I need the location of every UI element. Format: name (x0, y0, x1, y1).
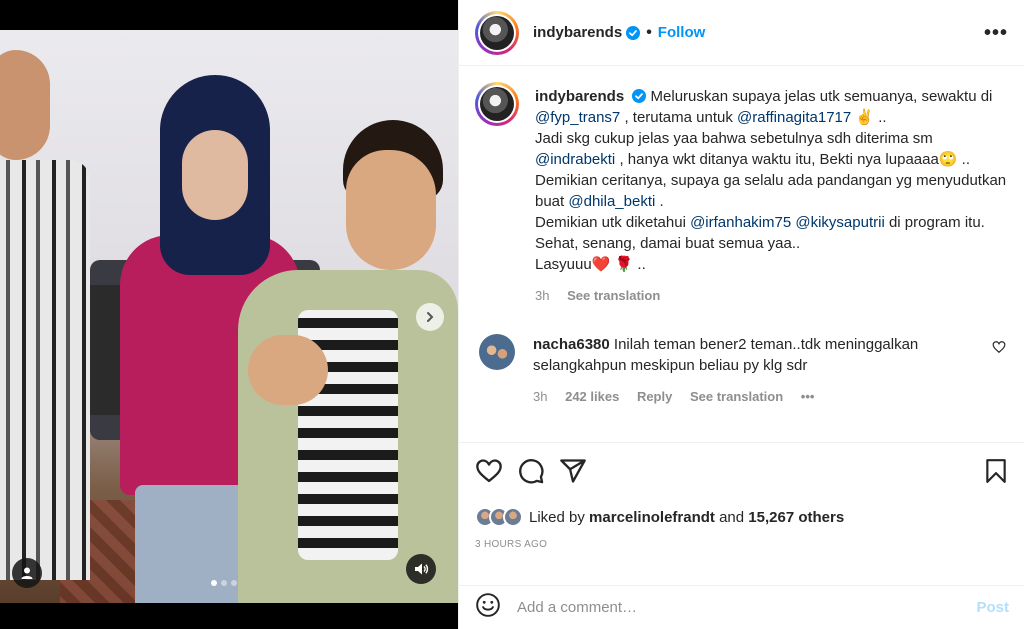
more-horizontal-icon: ••• (983, 22, 1008, 44)
post-side-panel: indybarends • Follow ••• indybarends Mel… (458, 0, 1024, 629)
comment-more-button[interactable]: ••• (801, 389, 815, 404)
send-icon (560, 459, 586, 483)
liked-by-prefix: Liked by (529, 508, 585, 526)
heart-icon (992, 341, 1006, 354)
emoji-button[interactable] (475, 592, 501, 623)
see-translation-link[interactable]: See translation (567, 288, 660, 303)
caption-segment: ✌️ .. (851, 109, 887, 126)
post-media[interactable] (0, 0, 458, 629)
liked-by-others[interactable]: 15,267 others (748, 509, 844, 526)
post-header: indybarends • Follow ••• (459, 0, 1024, 66)
comment-likes[interactable]: 242 likes (565, 389, 619, 404)
caption-row: indybarends Meluruskan supaya jelas utk … (475, 82, 1008, 306)
comment-like-button[interactable] (992, 340, 1006, 359)
save-button[interactable] (983, 458, 1009, 484)
commenter-avatar[interactable] (479, 334, 515, 370)
mention-link[interactable]: @raffinagita1717 (737, 109, 851, 126)
caption-segment: Jadi skg cukup jelas yaa bahwa sebetulny… (535, 130, 933, 147)
caption-segment: di program itu. (884, 214, 985, 231)
liker-avatars[interactable] (475, 507, 523, 527)
caption-body: Meluruskan supaya jelas utk semuanya, se… (535, 88, 1006, 273)
liked-by-user[interactable]: marcelinolefrandt (589, 509, 715, 526)
caption-meta: 3h See translation (535, 285, 1008, 306)
mention-link[interactable]: @kikysaputrii (795, 214, 884, 231)
header-separator: • (646, 23, 652, 41)
more-options-button[interactable]: ••• (984, 22, 1008, 45)
comments-section: indybarends Meluruskan supaya jelas utk … (459, 66, 1024, 442)
liked-by-and: and (719, 508, 745, 526)
carousel-dot (221, 580, 227, 586)
verified-badge-icon (632, 89, 647, 103)
comment-icon (519, 459, 544, 484)
heart-icon (476, 459, 502, 483)
next-slide-button[interactable] (416, 303, 444, 331)
speaker-icon (415, 563, 429, 575)
carousel-dot (231, 580, 237, 586)
liker-avatar (503, 507, 523, 527)
caption-segment: . (655, 193, 664, 210)
user-tag-icon (21, 567, 33, 579)
follow-button[interactable]: Follow (658, 24, 706, 41)
caption-time[interactable]: 3h (535, 288, 549, 303)
comment-button[interactable] (517, 457, 545, 485)
mention-link[interactable]: @indrabekti (535, 151, 615, 168)
tagged-users-button[interactable] (12, 558, 42, 588)
like-button[interactable] (475, 457, 503, 485)
comment-meta: 3h 242 likes Reply See translation ••• (533, 386, 968, 407)
caption-username[interactable]: indybarends (535, 88, 624, 105)
comment-input[interactable] (517, 599, 977, 616)
mention-link[interactable]: @fyp_trans7 (535, 109, 620, 126)
carousel-dot (211, 580, 217, 586)
emoji-icon (476, 593, 500, 617)
caption-author-avatar[interactable] (475, 82, 519, 126)
instagram-post-view: indybarends • Follow ••• indybarends Mel… (0, 0, 1024, 629)
caption-segment: , hanya wkt ditanya waktu itu, Bekti nya… (615, 151, 970, 168)
add-comment-bar: Post (459, 585, 1024, 629)
audio-toggle-button[interactable] (406, 554, 436, 584)
caption-text: indybarends Meluruskan supaya jelas utk … (535, 86, 1008, 275)
reply-button[interactable]: Reply (637, 389, 672, 404)
carousel-indicator (211, 580, 237, 586)
person-speaking (238, 120, 458, 603)
author-avatar[interactable] (475, 10, 519, 55)
comment-see-translation[interactable]: See translation (690, 389, 783, 404)
comment-text: nacha6380 Inilah teman bener2 teman..tdk… (533, 334, 968, 376)
mention-link[interactable]: @dhila_bekti (568, 193, 655, 210)
caption-segment: Meluruskan supaya jelas utk semuanya, se… (650, 88, 993, 105)
post-timestamp[interactable]: 3 HOURS AGO (475, 539, 1009, 550)
mention-link[interactable]: @irfanhakim75 (690, 214, 791, 231)
post-comment-button[interactable]: Post (976, 599, 1009, 616)
commenter-username[interactable]: nacha6380 (533, 336, 610, 353)
share-button[interactable] (559, 457, 587, 485)
post-photo (0, 30, 458, 603)
caption-segment: Demikian utk diketahui (535, 214, 691, 231)
caption-segment: , terutama untuk (620, 109, 738, 126)
bookmark-icon (986, 459, 1006, 483)
author-username[interactable]: indybarends (533, 24, 622, 41)
comment-time[interactable]: 3h (533, 389, 547, 404)
verified-badge-icon (626, 25, 641, 40)
post-actions: Liked by marcelinolefrandt and 15,267 ot… (459, 442, 1024, 587)
person-left (0, 50, 95, 603)
caption-segment: Sehat, senang, damai buat semua yaa.. (535, 235, 801, 252)
chevron-right-icon (427, 312, 434, 322)
likes-summary: Liked by marcelinolefrandt and 15,267 ot… (475, 507, 1009, 527)
comment-row: nacha6380 Inilah teman bener2 teman..tdk… (475, 334, 1008, 407)
caption-segment: Lasyuuu❤️ 🌹 .. (535, 256, 646, 273)
